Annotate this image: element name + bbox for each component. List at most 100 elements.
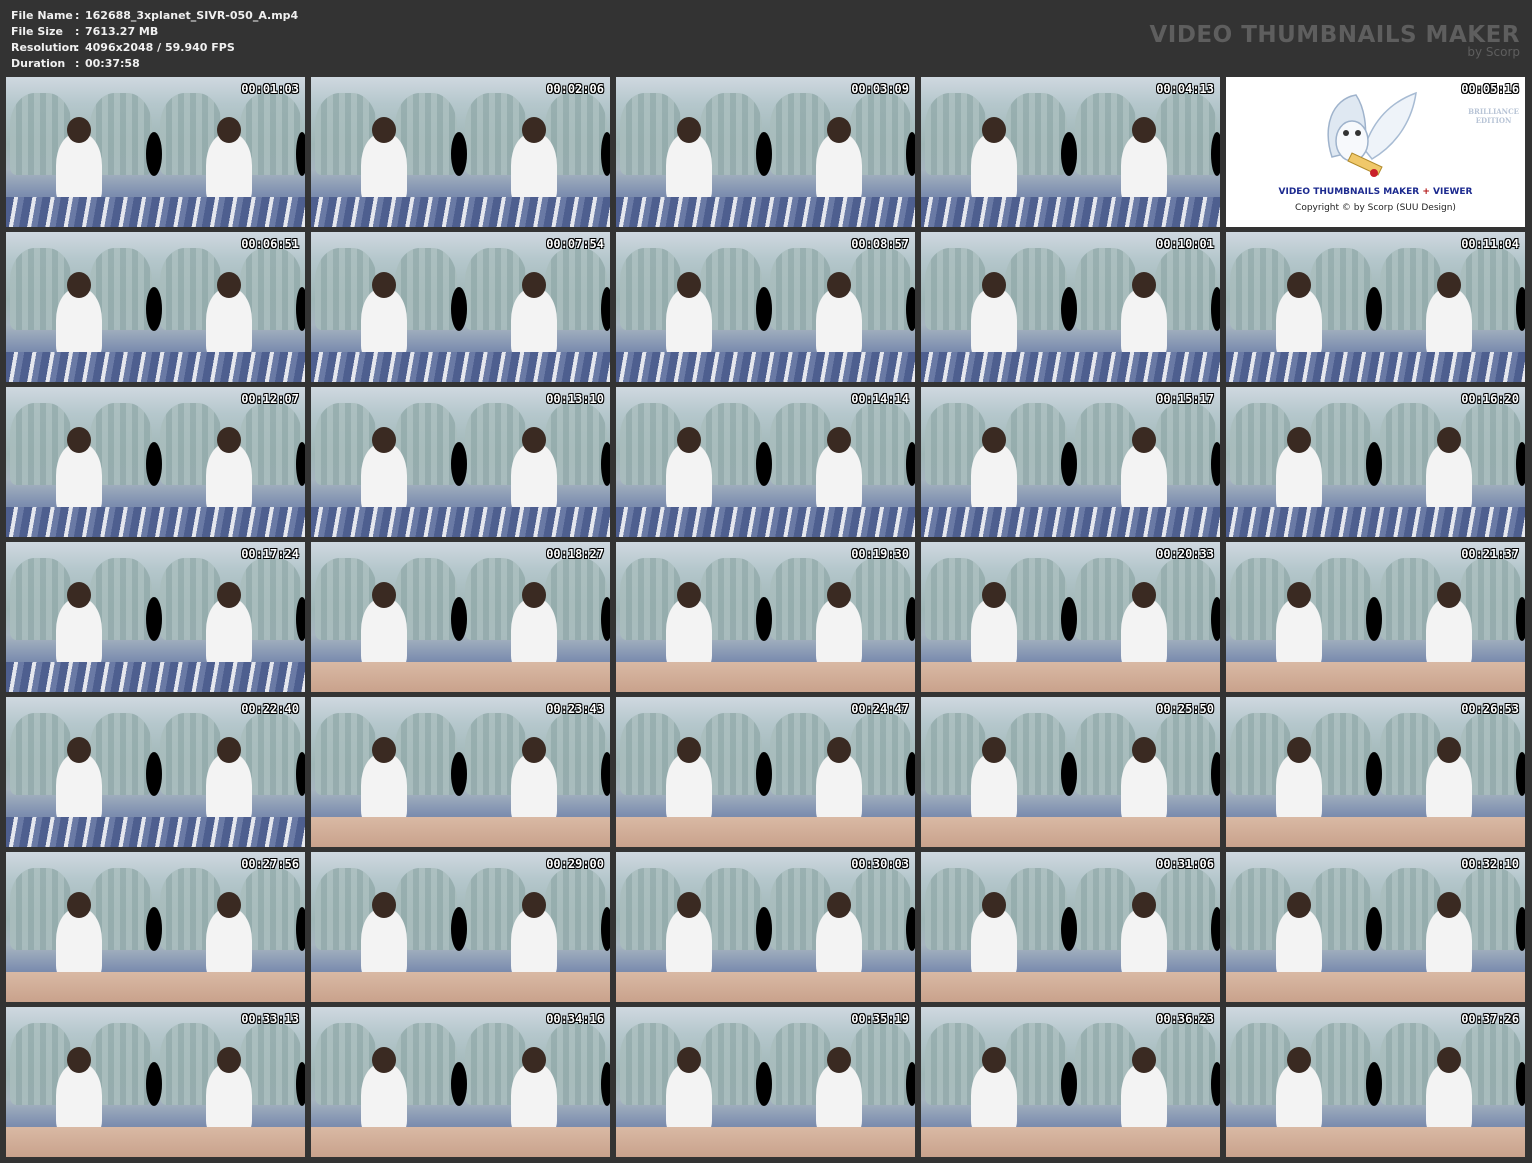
timestamp: 00:19:30 <box>851 547 909 561</box>
thumbnail-2[interactable]: 00:02:06 <box>311 77 610 227</box>
thumbnail-15[interactable]: 00:16:20 <box>1226 387 1525 537</box>
foreground <box>6 352 305 382</box>
thumbnail-18[interactable]: 00:19:30 <box>616 542 915 692</box>
thumbnail-11[interactable]: 00:12:07 <box>6 387 305 537</box>
edition-line: BRILLIANCE <box>1468 107 1519 116</box>
subject <box>361 582 407 670</box>
lens-mask <box>1516 907 1525 951</box>
file-size-value: 7613.27 MB <box>85 25 159 38</box>
subject <box>361 737 407 825</box>
foreground <box>616 352 915 382</box>
foreground <box>311 352 610 382</box>
lens-mask <box>1516 1062 1525 1106</box>
thumbnail-32[interactable]: 00:34:16 <box>311 1007 610 1157</box>
thumbnail-29[interactable]: 00:31:06 <box>921 852 1220 1002</box>
thumbnail-23[interactable]: 00:24:47 <box>616 697 915 847</box>
lens-mask <box>1061 132 1077 176</box>
subject <box>1426 427 1472 515</box>
thumbnail-13[interactable]: 00:14:14 <box>616 387 915 537</box>
lens-mask <box>906 907 915 951</box>
subject <box>206 272 252 360</box>
lens-mask <box>1516 597 1525 641</box>
subject <box>56 892 102 980</box>
thumbnail-31[interactable]: 00:33:13 <box>6 1007 305 1157</box>
timestamp: 00:06:51 <box>241 237 299 251</box>
timestamp: 00:08:57 <box>851 237 909 251</box>
lens-mask <box>756 752 772 796</box>
thumbnail-34[interactable]: 00:36:23 <box>921 1007 1220 1157</box>
separator: : <box>75 9 80 22</box>
lens-mask <box>296 752 305 796</box>
timestamp: 00:15:17 <box>1156 392 1214 406</box>
subject <box>666 582 712 670</box>
foreground <box>616 197 915 227</box>
subject <box>816 427 862 515</box>
thumbnail-19[interactable]: 00:20:33 <box>921 542 1220 692</box>
timestamp: 00:24:47 <box>851 702 909 716</box>
resolution-value: 4096x2048 / 59.940 FPS <box>85 41 235 54</box>
lens-mask <box>906 597 915 641</box>
thumbnail-9[interactable]: 00:10:01 <box>921 232 1220 382</box>
logo-title-part1: VIDEO THUMBNAILS MAKER <box>1278 187 1420 197</box>
timestamp: 00:13:10 <box>546 392 604 406</box>
subject <box>1276 272 1322 360</box>
timestamp: 00:10:01 <box>1156 237 1214 251</box>
thumbnail-28[interactable]: 00:30:03 <box>616 852 915 1002</box>
subject <box>1121 582 1167 670</box>
thumbnail-10[interactable]: 00:11:04 <box>1226 232 1525 382</box>
thumbnail-14[interactable]: 00:15:17 <box>921 387 1220 537</box>
thumbnail-3[interactable]: 00:03:09 <box>616 77 915 227</box>
lens-mask <box>601 132 610 176</box>
separator: : <box>75 25 80 38</box>
thumbnail-8[interactable]: 00:08:57 <box>616 232 915 382</box>
thumbnail-6[interactable]: 00:06:51 <box>6 232 305 382</box>
timestamp: 00:18:27 <box>546 547 604 561</box>
thumbnail-12[interactable]: 00:13:10 <box>311 387 610 537</box>
thumbnail-1[interactable]: 00:01:03 <box>6 77 305 227</box>
thumbnail-24[interactable]: 00:25:50 <box>921 697 1220 847</box>
duration-value: 00:37:58 <box>85 57 140 70</box>
timestamp: 00:11:04 <box>1461 237 1519 251</box>
thumbnail-7[interactable]: 00:07:54 <box>311 232 610 382</box>
subject <box>1121 737 1167 825</box>
lens-mask <box>296 597 305 641</box>
subject <box>511 892 557 980</box>
lens-mask <box>451 287 467 331</box>
lens-mask <box>906 1062 915 1106</box>
timestamp: 00:26:53 <box>1461 702 1519 716</box>
thumbnail-17[interactable]: 00:18:27 <box>311 542 610 692</box>
thumbnail-22[interactable]: 00:23:43 <box>311 697 610 847</box>
lens-mask <box>146 287 162 331</box>
subject <box>1121 1047 1167 1135</box>
subject <box>511 737 557 825</box>
subject <box>361 117 407 205</box>
thumbnail-20[interactable]: 00:21:37 <box>1226 542 1525 692</box>
lens-mask <box>1366 907 1382 951</box>
foreground <box>6 662 305 692</box>
lens-mask <box>146 442 162 486</box>
lens-mask <box>296 287 305 331</box>
thumbnail-30[interactable]: 00:32:10 <box>1226 852 1525 1002</box>
thumbnail-4[interactable]: 00:04:13 <box>921 77 1220 227</box>
thumbnail-27[interactable]: 00:29:00 <box>311 852 610 1002</box>
thumbnail-33[interactable]: 00:35:19 <box>616 1007 915 1157</box>
foreground <box>921 197 1220 227</box>
lens-mask <box>601 907 610 951</box>
subject <box>971 272 1017 360</box>
thumbnail-35[interactable]: 00:37:26 <box>1226 1007 1525 1157</box>
subject <box>1121 427 1167 515</box>
subject <box>1276 427 1322 515</box>
lens-mask <box>451 907 467 951</box>
thumbnail-21[interactable]: 00:22:40 <box>6 697 305 847</box>
edition-line: EDITION <box>1475 116 1512 125</box>
timestamp: 00:16:20 <box>1461 392 1519 406</box>
lens-mask <box>1211 1062 1220 1106</box>
foreground <box>1226 972 1525 1002</box>
thumbnail-25[interactable]: 00:26:53 <box>1226 697 1525 847</box>
lens-mask <box>1061 442 1077 486</box>
thumbnail-26[interactable]: 00:27:56 <box>6 852 305 1002</box>
lens-mask <box>1211 287 1220 331</box>
subject <box>206 117 252 205</box>
logo-tile: BRILLIANCE EDITION VIDEO THUMBNAILS MAKE… <box>1226 77 1525 227</box>
thumbnail-16[interactable]: 00:17:24 <box>6 542 305 692</box>
